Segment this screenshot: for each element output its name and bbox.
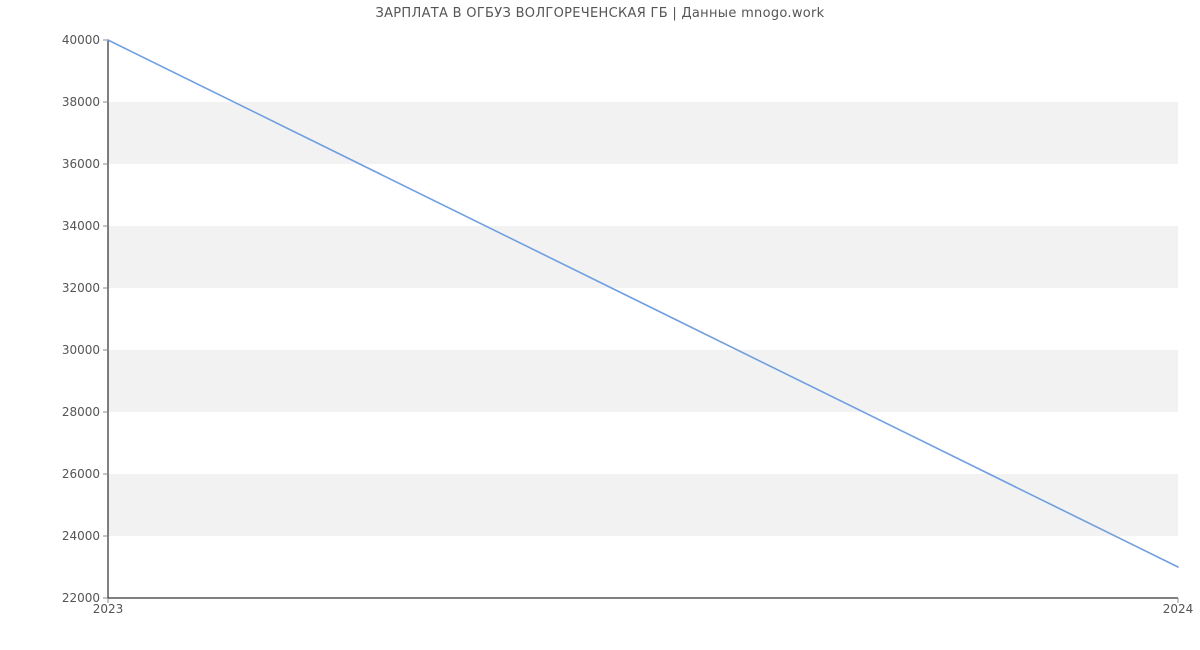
y-tick-label: 40000 [10, 33, 100, 47]
x-tick-label: 2024 [1163, 602, 1194, 616]
chart-title: ЗАРПЛАТА В ОГБУЗ ВОЛГОРЕЧЕНСКАЯ ГБ | Дан… [0, 6, 1200, 21]
y-tick-label: 30000 [10, 343, 100, 357]
y-tick-label: 34000 [10, 219, 100, 233]
y-tick-label: 22000 [10, 591, 100, 605]
y-tick-label: 26000 [10, 467, 100, 481]
plot-area [108, 40, 1178, 598]
y-tick-label: 36000 [10, 157, 100, 171]
y-tick-label: 38000 [10, 95, 100, 109]
y-tick-label: 32000 [10, 281, 100, 295]
chart-container: ЗАРПЛАТА В ОГБУЗ ВОЛГОРЕЧЕНСКАЯ ГБ | Дан… [0, 0, 1200, 650]
y-tick-label: 28000 [10, 405, 100, 419]
x-tick-label: 2023 [93, 602, 124, 616]
y-tick-label: 24000 [10, 529, 100, 543]
chart-svg [108, 40, 1178, 598]
